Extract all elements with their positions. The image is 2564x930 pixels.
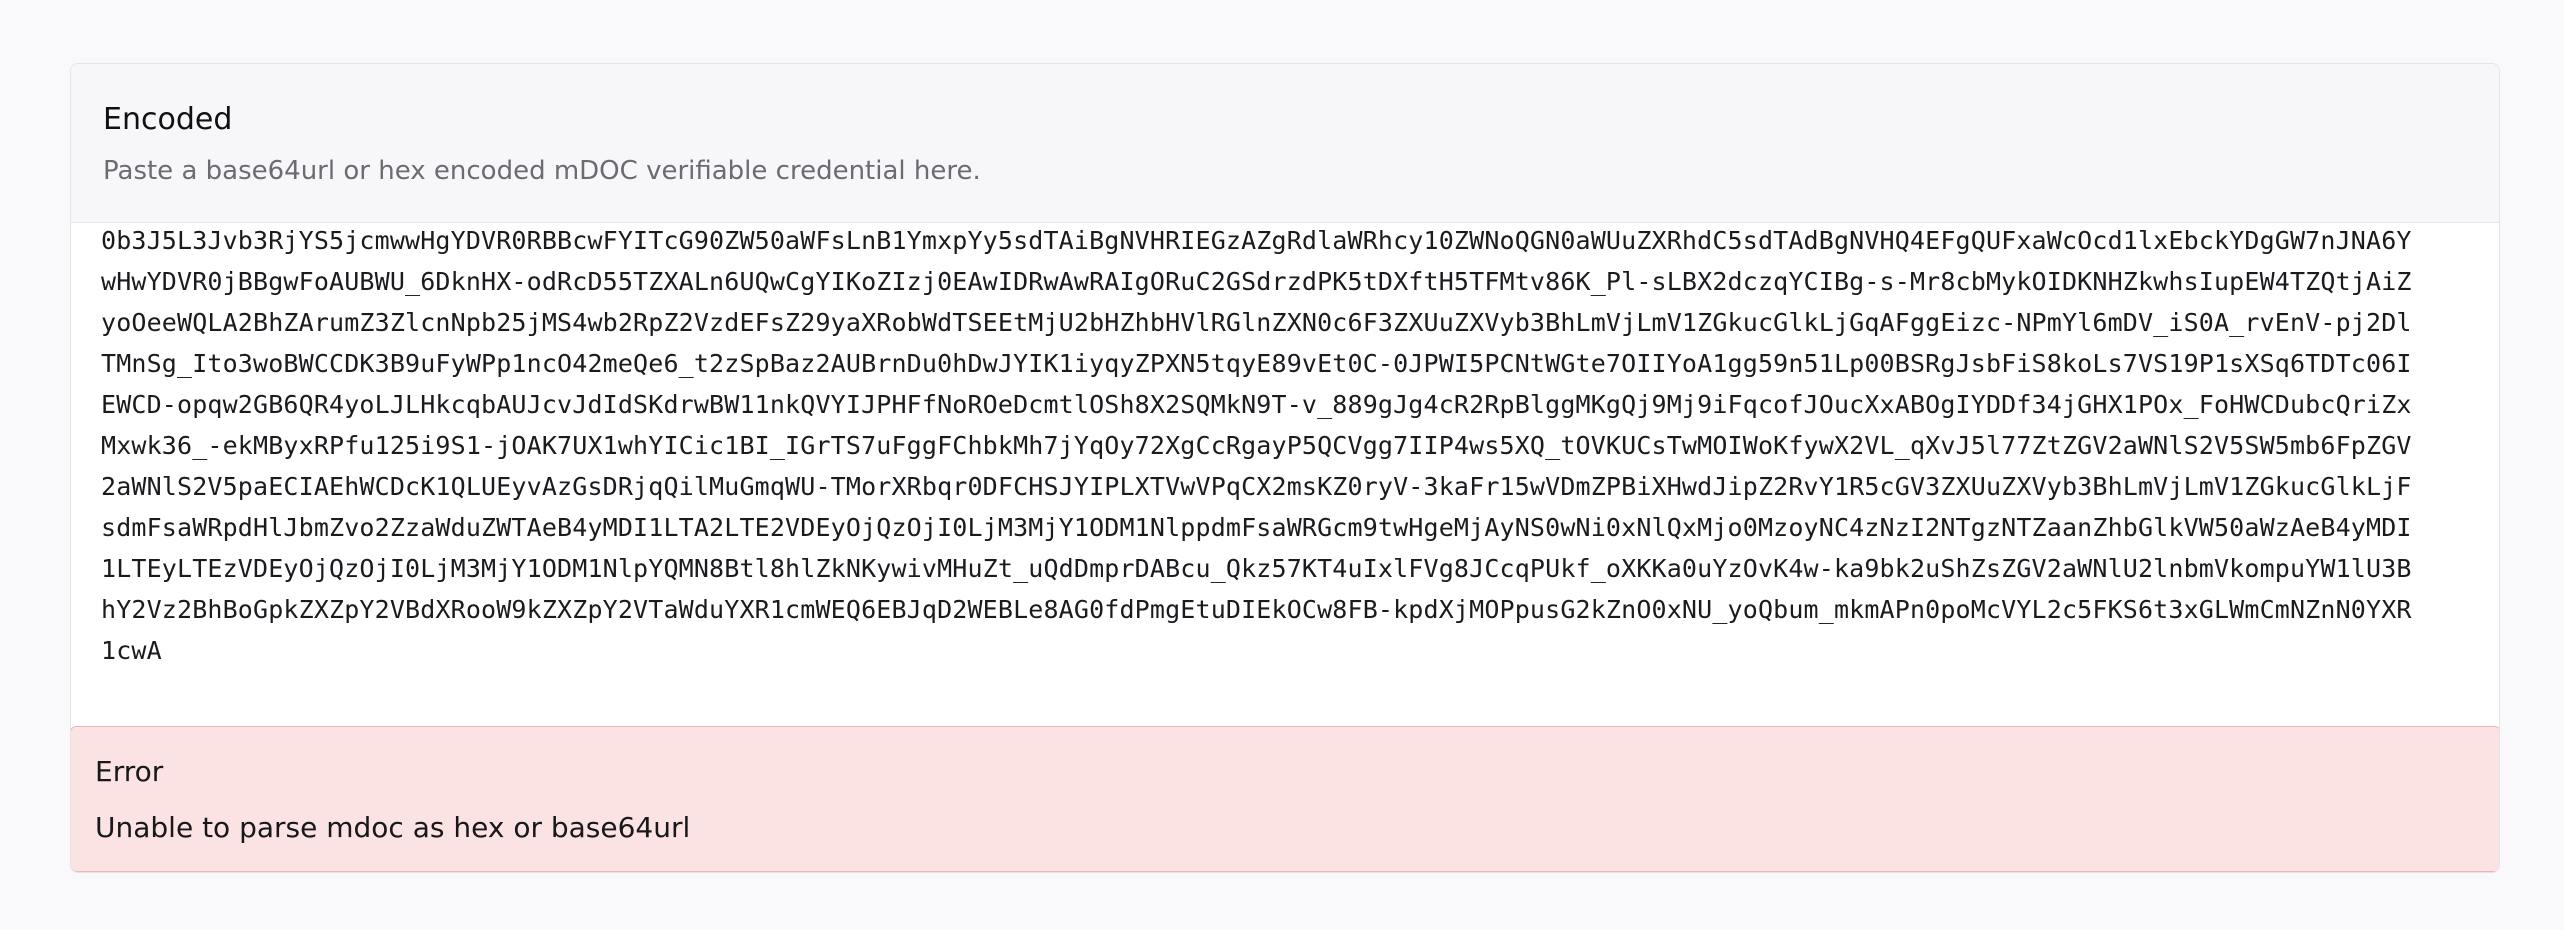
encoded-title: Encoded <box>103 102 233 137</box>
encoded-card-header: Encoded Paste a base64url or hex encoded… <box>71 64 2499 223</box>
encoded-textarea[interactable]: GCCsGAQUFBZACnjFoumRwczOvL3BvdGvudGthbC5… <box>71 220 2499 790</box>
encoded-description: Paste a base64url or hex encoded mDOC ve… <box>103 156 981 186</box>
error-alert: Error Unable to parse mdoc as hex or bas… <box>71 726 2499 872</box>
encoded-value: GCCsGAQUFBZACnjFoumRwczOvL3BvdGvudGthbC5… <box>101 226 2412 665</box>
encoded-card: Encoded Paste a base64url or hex encoded… <box>70 63 2500 873</box>
error-message: Unable to parse mdoc as hex or base64url <box>95 811 691 844</box>
error-title: Error <box>95 755 164 788</box>
